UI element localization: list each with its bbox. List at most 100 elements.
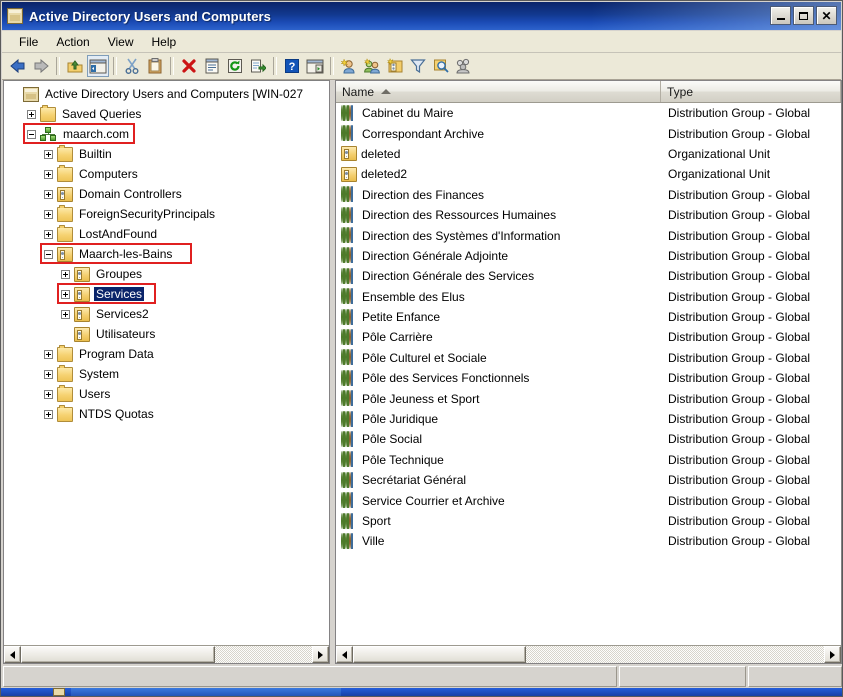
console-tree[interactable]: Active Directory Users and Computers [WI… xyxy=(4,81,329,645)
table-row[interactable]: deletedOrganizational Unit xyxy=(336,144,841,164)
expand-plus-icon[interactable] xyxy=(44,210,53,219)
maximize-button[interactable] xyxy=(793,6,814,25)
table-row[interactable]: Direction Générale des ServicesDistribut… xyxy=(336,266,841,286)
tree-scroll-thumb[interactable] xyxy=(21,646,215,663)
tree-node[interactable]: Domain Controllers xyxy=(4,184,329,204)
show-hide-console-tree-icon[interactable] xyxy=(87,55,109,77)
multiple-objects-icon[interactable] xyxy=(453,55,475,77)
help-icon[interactable]: ? xyxy=(281,55,303,77)
table-row[interactable]: SportDistribution Group - Global xyxy=(336,511,841,531)
expand-plus-icon[interactable] xyxy=(44,410,53,419)
taskbar-button[interactable] xyxy=(71,688,341,696)
expand-plus-icon[interactable] xyxy=(44,230,53,239)
back-arrow-icon[interactable] xyxy=(7,55,29,77)
new-organizational-unit-icon[interactable] xyxy=(384,55,406,77)
expand-plus-icon[interactable] xyxy=(61,290,70,299)
menu-file[interactable]: File xyxy=(10,34,47,50)
scroll-left-arrow-icon[interactable] xyxy=(336,646,353,663)
minimize-button[interactable] xyxy=(770,6,791,25)
tree-horizontal-scrollbar[interactable] xyxy=(4,645,329,663)
expand-plus-icon[interactable] xyxy=(44,170,53,179)
tree-node[interactable]: Computers xyxy=(4,164,329,184)
table-row[interactable]: Service Courrier et ArchiveDistribution … xyxy=(336,490,841,510)
tree-node[interactable]: Active Directory Users and Computers [WI… xyxy=(4,84,329,104)
tree-node[interactable]: LostAndFound xyxy=(4,224,329,244)
table-row[interactable]: deleted2Organizational Unit xyxy=(336,164,841,184)
tree-node[interactable]: maarch.com xyxy=(4,124,329,144)
refresh-icon[interactable] xyxy=(224,55,246,77)
expand-plus-icon[interactable] xyxy=(44,190,53,199)
list-scroll-track[interactable] xyxy=(526,646,824,663)
tree-node[interactable]: Program Data xyxy=(4,344,329,364)
object-name-label: Direction Générale des Services xyxy=(362,269,534,283)
object-name-label: Direction des Finances xyxy=(362,188,484,202)
expand-plus-icon[interactable] xyxy=(44,370,53,379)
object-list[interactable]: Cabinet du MaireDistribution Group - Glo… xyxy=(336,103,841,645)
list-scroll-thumb[interactable] xyxy=(353,646,526,663)
table-row[interactable]: Pôle des Services FonctionnelsDistributi… xyxy=(336,368,841,388)
expand-plus-icon[interactable] xyxy=(27,110,36,119)
tree-node[interactable]: Users xyxy=(4,384,329,404)
tree-node[interactable]: NTDS Quotas xyxy=(4,404,329,424)
scroll-right-arrow-icon[interactable] xyxy=(312,646,329,663)
table-row[interactable]: Direction des FinancesDistribution Group… xyxy=(336,185,841,205)
tree-node[interactable]: Utilisateurs xyxy=(4,324,329,344)
table-row[interactable]: Pôle TechniqueDistribution Group - Globa… xyxy=(336,450,841,470)
tree-node[interactable]: Services2 xyxy=(4,304,329,324)
scroll-left-arrow-icon[interactable] xyxy=(4,646,21,663)
show-hide-action-pane-icon[interactable] xyxy=(304,55,326,77)
close-button[interactable]: ✕ xyxy=(816,6,837,25)
table-row[interactable]: Petite EnfanceDistribution Group - Globa… xyxy=(336,307,841,327)
table-row[interactable]: Cabinet du MaireDistribution Group - Glo… xyxy=(336,103,841,123)
filter-icon[interactable] xyxy=(407,55,429,77)
tree-node[interactable]: Maarch-les-Bains xyxy=(4,244,329,264)
cut-icon[interactable] xyxy=(121,55,143,77)
new-user-icon[interactable] xyxy=(338,55,360,77)
table-row[interactable]: Secrétariat GénéralDistribution Group - … xyxy=(336,470,841,490)
menu-action[interactable]: Action xyxy=(47,34,98,50)
tree-scroll-track[interactable] xyxy=(215,646,312,663)
up-one-level-icon[interactable] xyxy=(64,55,86,77)
tree-node[interactable]: System xyxy=(4,364,329,384)
collapse-minus-icon[interactable] xyxy=(44,250,53,259)
properties-icon[interactable] xyxy=(201,55,223,77)
tree-node[interactable]: Groupes xyxy=(4,264,329,284)
menu-help[interactable]: Help xyxy=(143,34,186,50)
organizational-unit-icon xyxy=(74,327,90,342)
column-header-name-label: Name xyxy=(342,85,374,99)
table-row[interactable]: Pôle Jeuness et SportDistribution Group … xyxy=(336,388,841,408)
column-header-type[interactable]: Type xyxy=(661,81,841,102)
tree-node[interactable]: Saved Queries xyxy=(4,104,329,124)
tree-node[interactable]: ForeignSecurityPrincipals xyxy=(4,204,329,224)
table-row[interactable]: VilleDistribution Group - Global xyxy=(336,531,841,551)
forward-arrow-icon[interactable] xyxy=(30,55,52,77)
table-row[interactable]: Pôle CarrièreDistribution Group - Global xyxy=(336,327,841,347)
collapse-minus-icon[interactable] xyxy=(27,130,36,139)
table-row[interactable]: Direction des Ressources HumainesDistrib… xyxy=(336,205,841,225)
table-row[interactable]: Correspondant ArchiveDistribution Group … xyxy=(336,123,841,143)
column-header-name[interactable]: Name xyxy=(336,81,661,102)
table-row[interactable]: Pôle SocialDistribution Group - Global xyxy=(336,429,841,449)
expand-plus-icon[interactable] xyxy=(61,310,70,319)
delete-icon[interactable] xyxy=(178,55,200,77)
table-row[interactable]: Pôle JuridiqueDistribution Group - Globa… xyxy=(336,409,841,429)
expand-plus-icon[interactable] xyxy=(44,150,53,159)
find-icon[interactable] xyxy=(430,55,452,77)
object-name-label: Pôle Juridique xyxy=(362,412,438,426)
expand-plus-icon[interactable] xyxy=(44,350,53,359)
tree-node[interactable]: Services xyxy=(4,284,329,304)
menu-view[interactable]: View xyxy=(99,34,143,50)
export-list-icon[interactable] xyxy=(247,55,269,77)
cell-type: Distribution Group - Global xyxy=(661,432,841,446)
new-group-icon[interactable] xyxy=(361,55,383,77)
paste-icon[interactable] xyxy=(144,55,166,77)
scroll-right-arrow-icon[interactable] xyxy=(824,646,841,663)
table-row[interactable]: Direction des Systèmes d'InformationDist… xyxy=(336,225,841,245)
expand-plus-icon[interactable] xyxy=(61,270,70,279)
tree-node[interactable]: Builtin xyxy=(4,144,329,164)
list-horizontal-scrollbar[interactable] xyxy=(336,645,841,663)
table-row[interactable]: Ensemble des ElusDistribution Group - Gl… xyxy=(336,287,841,307)
expand-plus-icon[interactable] xyxy=(44,390,53,399)
table-row[interactable]: Pôle Culturel et SocialeDistribution Gro… xyxy=(336,348,841,368)
table-row[interactable]: Direction Générale AdjointeDistribution … xyxy=(336,246,841,266)
